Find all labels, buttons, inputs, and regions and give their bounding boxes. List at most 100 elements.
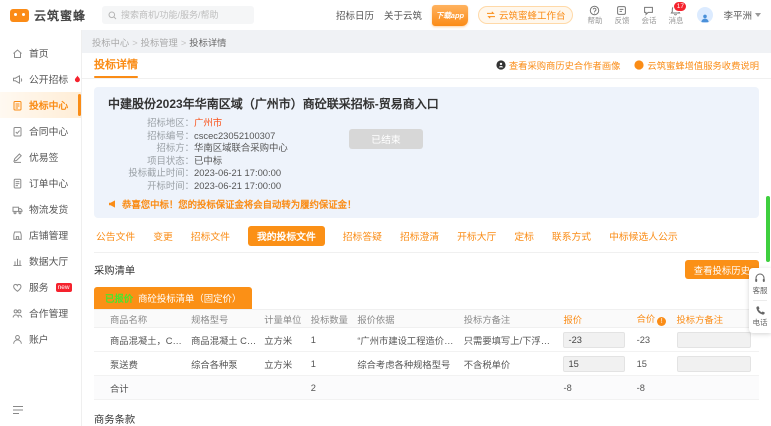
bidder-reply-input[interactable] (677, 356, 752, 372)
header-right: 招标日历 关于云筑 下载app 云筑蜜蜂工作台 帮助 反馈 会话 (336, 5, 761, 26)
tab-my-bid-file[interactable]: 我的投标文件 (248, 226, 325, 246)
help-label: 帮助 (587, 16, 602, 25)
top-links: 查看采购商历史合作者画像 云筑蜜蜂增值服务收费说明 (496, 58, 759, 78)
buyer-portrait-icon (496, 60, 506, 70)
scrollbar-thumb[interactable] (766, 196, 770, 262)
sidebar-item-data-hall[interactable]: 数据大厅 (0, 248, 81, 274)
col-amount-label: 合价 (637, 314, 656, 324)
tab-announcement-file[interactable]: 公告文件 (96, 229, 135, 243)
sidebar-item-contract-center[interactable]: 合同中心 (0, 118, 81, 144)
total-qty: 2 (307, 376, 354, 400)
messages-button[interactable]: 消息 17 (664, 5, 687, 25)
sidebar-item-bid-center[interactable]: 投标中心 (0, 92, 81, 118)
global-search[interactable] (102, 6, 254, 24)
sidebar-label: 数据大厅 (29, 254, 68, 268)
customer-service-button[interactable]: 客服 (753, 273, 768, 296)
quote-input[interactable] (563, 332, 625, 348)
empty-cell (260, 376, 307, 400)
chat-button[interactable]: 会话 (637, 5, 660, 25)
sidebar-item-home[interactable]: 首页 (0, 40, 81, 66)
sidebar-label: 优易签 (29, 150, 58, 164)
detail-tabs: 公告文件 变更 招标文件 我的投标文件 招标答疑 招标澄清 开标大厅 定标 联系… (94, 224, 759, 253)
sidebar-label: 账户 (29, 332, 49, 346)
cell-amount: 15 (633, 352, 673, 376)
quote-input[interactable] (563, 356, 625, 372)
tab-tender-file[interactable]: 招标文件 (191, 229, 230, 243)
table-row: 商品混凝土，C30泵送 商品混凝土 C30泵送 立方米 1 “广州市建设工程造价… (94, 328, 759, 352)
field-value: 2023-06-21 17:00:00 (194, 167, 281, 180)
empty-cell (460, 376, 560, 400)
bidder-reply-input[interactable] (677, 332, 752, 348)
bid-document-icon (12, 100, 23, 111)
sidebar-item-services[interactable]: 服务 new (0, 274, 81, 300)
phone-label: 电话 (753, 317, 768, 328)
order-list-icon (12, 178, 23, 189)
tab-clarification[interactable]: 招标澄清 (400, 229, 439, 243)
user-name: 李平洲 (723, 8, 752, 22)
cell-price-basis: 综合考虑各种规格型号 (353, 352, 459, 376)
breadcrumb-bid-management[interactable]: 投标管理 (141, 38, 178, 48)
cell-qty: 1 (307, 328, 354, 352)
cell-quote (559, 328, 632, 352)
bid-info-panel: 中建股份2023年华南区域（广州市）商砼联采招标-贸易商入口 招标地区： 广州市… (94, 87, 759, 218)
sidebar-item-order-center[interactable]: 订单中心 (0, 170, 81, 196)
sidebar-item-account[interactable]: 账户 (0, 326, 81, 352)
download-app-badge[interactable]: 下载app (432, 5, 468, 26)
fire-icon (74, 74, 81, 84)
chat-icon (643, 5, 654, 16)
user-avatar-icon (700, 13, 710, 23)
view-bid-history-button[interactable]: 查看投标历史 (685, 260, 759, 279)
user-menu[interactable]: 李平洲 (723, 8, 761, 22)
nav-bid-calendar[interactable]: 招标日历 (336, 8, 374, 22)
sidebar-label: 投标中心 (29, 98, 68, 112)
field-label: 项目状态： (108, 155, 194, 168)
sidebar-item-cooperation[interactable]: 合作管理 (0, 300, 81, 326)
collapse-sidebar-icon[interactable] (12, 405, 24, 418)
nav-about-yunzhu[interactable]: 关于云筑 (384, 8, 422, 22)
sidebar-label: 物流发货 (29, 202, 68, 216)
breadcrumb-separator: > (132, 38, 137, 48)
field-open-time: 开标时间： 2023-06-21 17:00:00 (108, 180, 745, 193)
sidebar-item-shop-management[interactable]: 店铺管理 (0, 222, 81, 248)
tab-award[interactable]: 定标 (514, 229, 534, 243)
tab-changes[interactable]: 变更 (153, 229, 173, 243)
info-icon[interactable] (657, 317, 666, 326)
fee-notice-link[interactable]: 云筑蜜蜂增值服务收费说明 (634, 58, 759, 72)
help-button[interactable]: 帮助 (583, 5, 606, 25)
tab-open-bid-hall[interactable]: 开标大厅 (457, 229, 496, 243)
list-tab-wrap: 已报价 商砼投标清单（固定价） (94, 287, 759, 309)
tab-candidate-publicity[interactable]: 中标候选人公示 (609, 229, 678, 243)
tab-qa[interactable]: 招标答疑 (343, 229, 382, 243)
field-label: 投标截止时间： (108, 167, 194, 180)
purchase-section-header: 采购清单 查看投标历史 (94, 260, 759, 279)
col-product-name: 商品名称 (94, 310, 187, 328)
logo[interactable]: 云筑蜜蜂 (10, 7, 86, 24)
col-price-basis: 报价依据 (353, 310, 459, 328)
quote-list-tab[interactable]: 已报价 商砼投标清单（固定价） (94, 287, 252, 309)
feedback-button[interactable]: 反馈 (610, 5, 633, 25)
cell-spec: 商品混凝土 C30泵送 (187, 328, 260, 352)
phone-button[interactable]: 电话 (753, 305, 768, 328)
win-bid-notice: 恭喜您中标！您的投标保证金将会自动转为履约保证金！ (108, 197, 745, 211)
business-terms-title: 商务条款 (94, 411, 759, 426)
sidebar: 首页 公开招标 投标中心 合同中心 优易签 订单中心 (0, 30, 82, 426)
cell-spec: 综合各种泵 (187, 352, 260, 376)
tab-bid-detail[interactable]: 投标详情 (94, 56, 138, 78)
cell-product-name: 商品混凝土，C30泵送 (94, 328, 187, 352)
sidebar-item-logistics[interactable]: 物流发货 (0, 196, 81, 222)
search-input[interactable] (121, 10, 248, 20)
breadcrumb-bid-center[interactable]: 投标中心 (92, 38, 129, 48)
chat-label: 会话 (641, 16, 656, 25)
col-amount: 合价 (633, 310, 673, 328)
sidebar-item-esign[interactable]: 优易签 (0, 144, 81, 170)
sidebar-item-public-bidding[interactable]: 公开招标 (0, 66, 81, 92)
status-ended-button: 已结束 (349, 129, 423, 149)
avatar[interactable] (697, 7, 713, 23)
buyer-portrait-link[interactable]: 查看采购商历史合作者画像 (496, 58, 621, 72)
tab-contact[interactable]: 联系方式 (552, 229, 591, 243)
contract-icon (12, 126, 23, 137)
cell-amount: -23 (633, 328, 673, 352)
megaphone-icon (12, 74, 23, 85)
help-icon (589, 5, 600, 16)
workbench-button[interactable]: 云筑蜜蜂工作台 (478, 6, 574, 24)
